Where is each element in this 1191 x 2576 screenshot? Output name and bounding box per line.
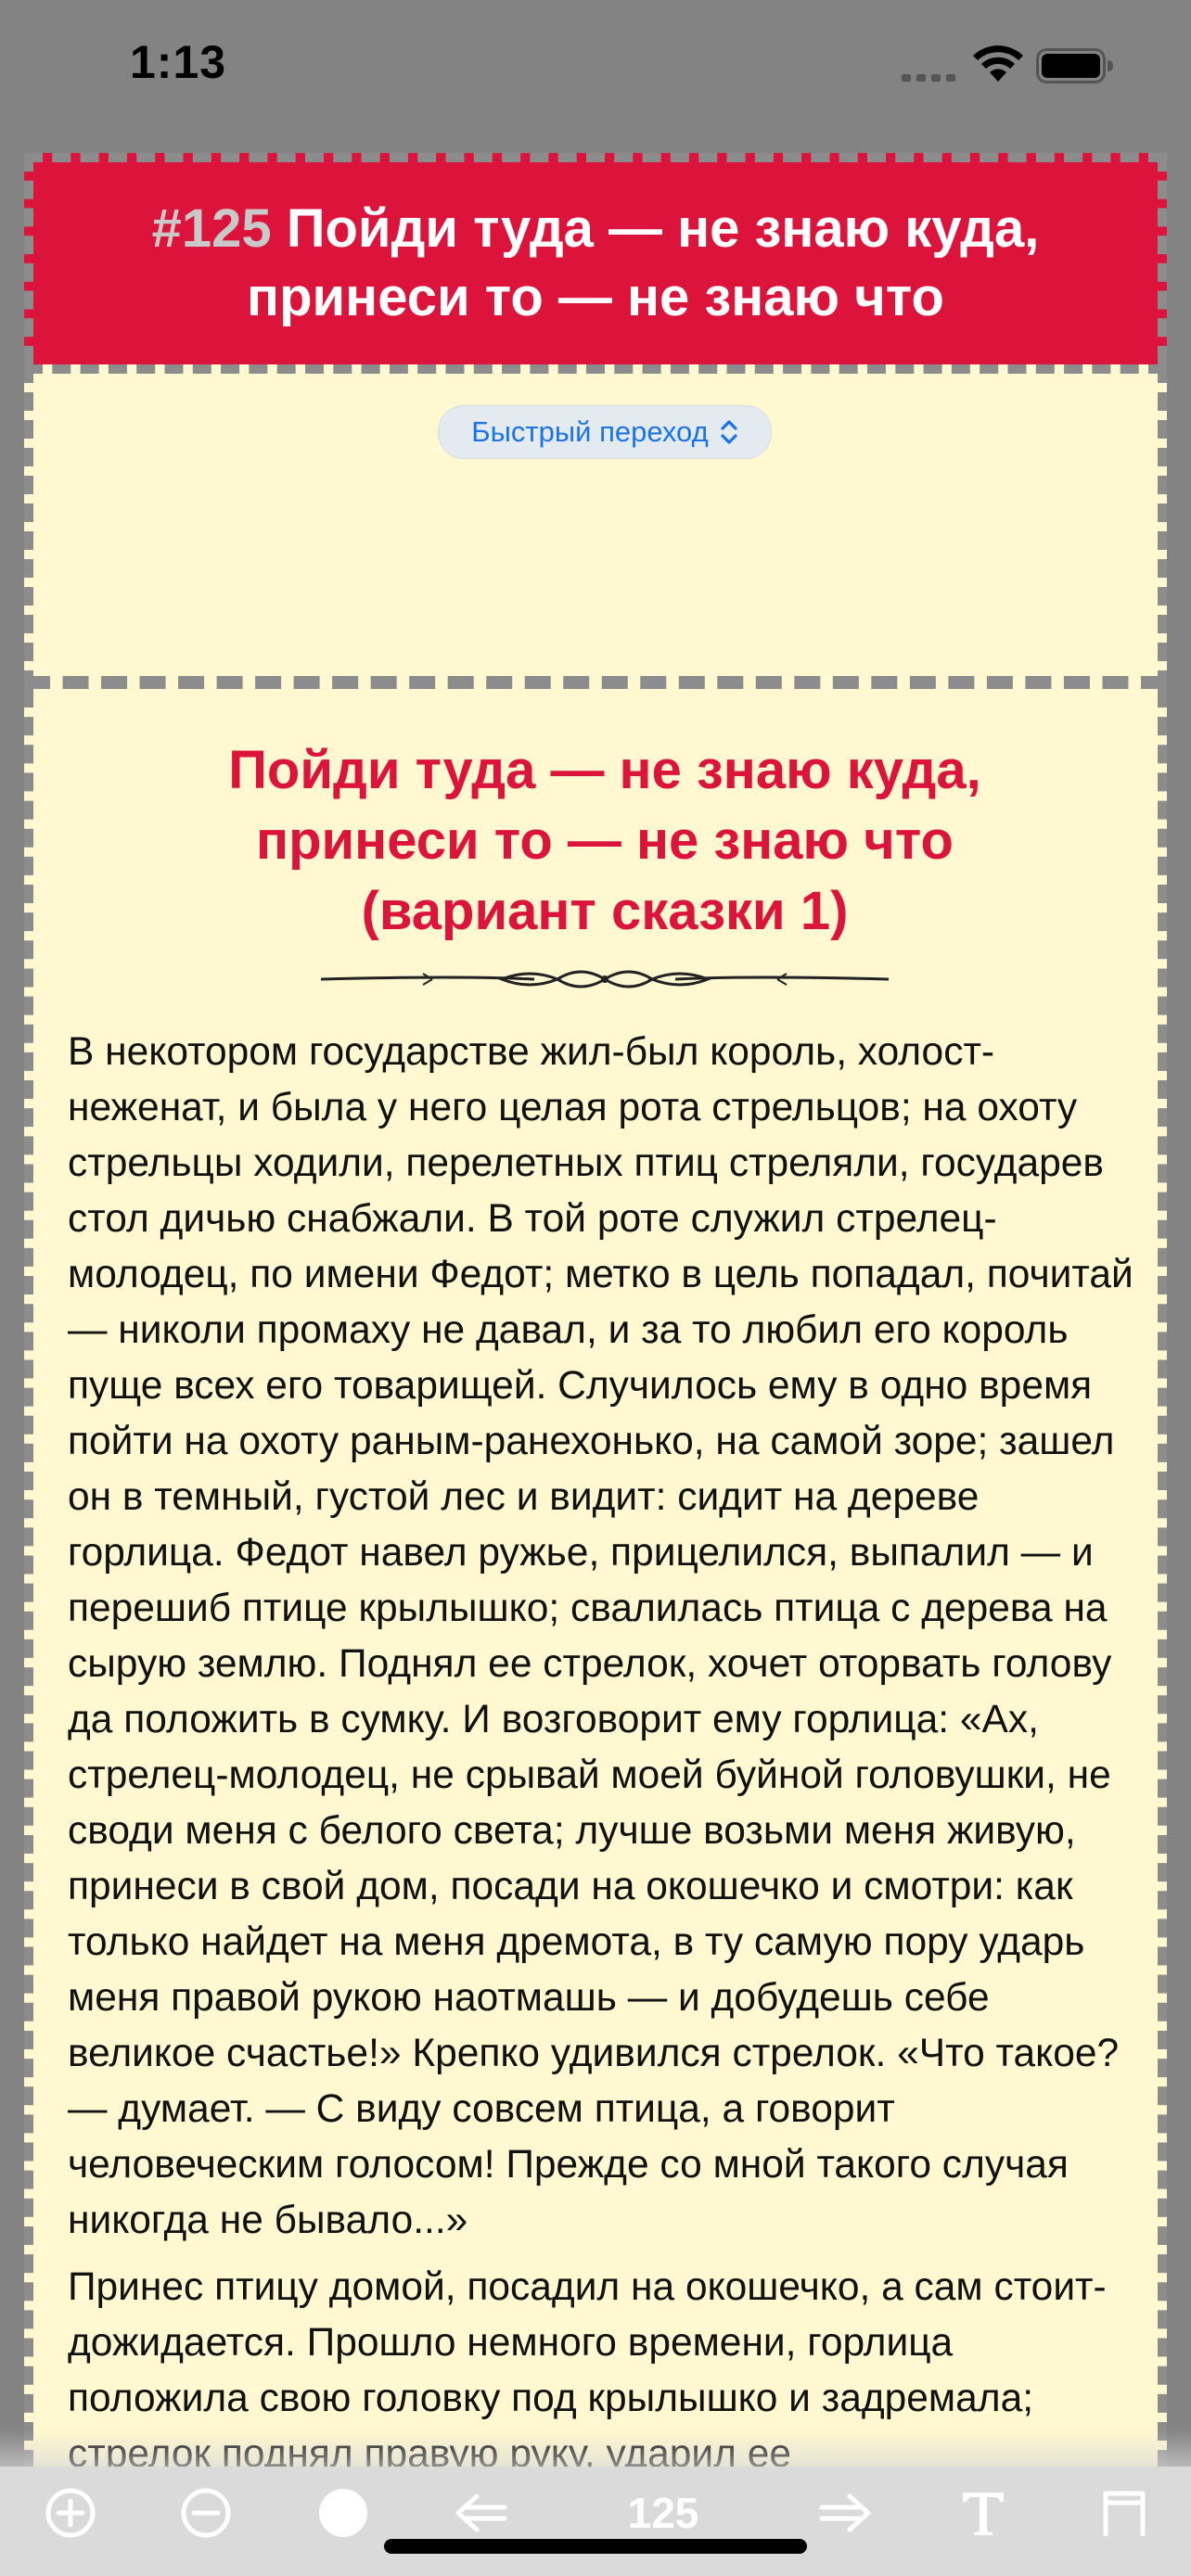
battery-icon <box>1036 48 1113 83</box>
zoom-in-button[interactable] <box>37 2476 104 2550</box>
ornament-divider-icon <box>321 970 889 988</box>
chapter-number: #125 <box>151 198 272 259</box>
font-icon <box>963 2493 1004 2535</box>
font-button[interactable] <box>950 2476 1017 2550</box>
story-title: Пойди туда — не знаю куда, принеси то — … <box>70 735 1139 947</box>
night-mode-button[interactable] <box>310 2476 377 2550</box>
quick-jump-area: Быстрый переход <box>24 364 1167 689</box>
quick-jump-button[interactable]: Быстрый переход <box>438 405 772 459</box>
status-time: 1:13 <box>130 36 227 88</box>
story-title-line: (вариант сказки 1) <box>361 881 849 941</box>
home-indicator[interactable] <box>384 2539 807 2554</box>
content-card: #125 Пойди туда — не знаю куда, принеси … <box>24 153 1167 2576</box>
zoom-in-icon <box>45 2488 96 2538</box>
bottom-toolbar: 125 <box>0 2467 1191 2576</box>
quick-jump-label: Быстрый переход <box>471 415 709 448</box>
page-number: 125 <box>627 2489 699 2537</box>
story-paragraph: В некотором государстве жил-был король, … <box>68 1030 1133 2242</box>
zoom-out-button[interactable] <box>173 2476 239 2550</box>
chapter-title-text: Пойди туда — не знаю куда, принеси то — … <box>247 198 1040 327</box>
story-title-line: принеси то — не знаю что <box>256 810 954 871</box>
story-text: В некотором государстве жил-был король, … <box>68 1025 1144 2493</box>
next-icon <box>819 2493 871 2532</box>
story-area: Пойди туда — не знаю куда, принеси то — … <box>24 689 1167 2576</box>
bookmark-button[interactable] <box>1091 2476 1158 2550</box>
cellular-signal-icon <box>902 72 957 82</box>
wifi-icon <box>973 45 1023 82</box>
story-title-line: Пойди туда — не знаю куда, <box>228 740 981 800</box>
chapter-header: #125 Пойди туда — не знаю куда, принеси … <box>24 153 1167 364</box>
next-button[interactable] <box>813 2476 879 2550</box>
chapter-title: #125 Пойди туда — не знаю куда, принеси … <box>62 195 1129 332</box>
night-mode-icon <box>319 2489 367 2537</box>
zoom-out-icon <box>181 2488 231 2538</box>
previous-icon <box>455 2493 507 2532</box>
bookmark-icon <box>1103 2491 1146 2536</box>
status-bar: 1:13 <box>0 0 1191 139</box>
chevron-up-down-icon <box>721 420 737 444</box>
